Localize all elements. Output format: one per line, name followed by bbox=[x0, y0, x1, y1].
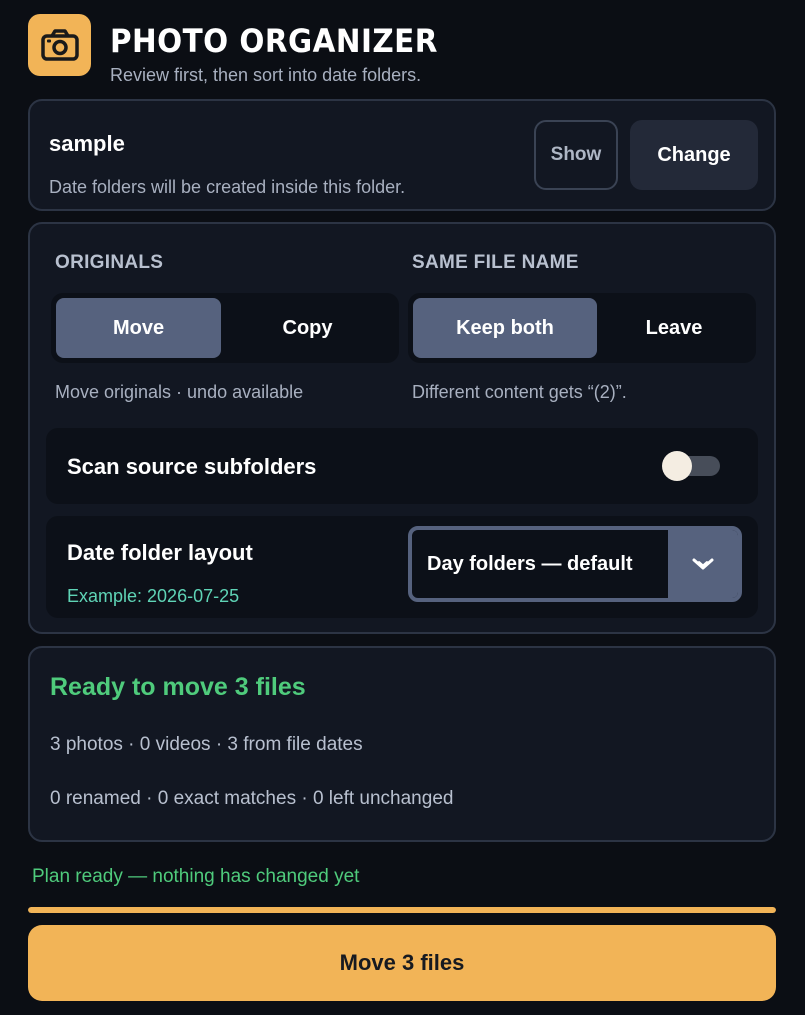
same-name-option-leave[interactable]: Leave bbox=[597, 298, 751, 358]
originals-label: ORIGINALS bbox=[55, 252, 164, 273]
app-header: PHOTO ORGANIZER Review first, then sort … bbox=[28, 14, 778, 88]
date-layout-label: Date folder layout bbox=[67, 540, 253, 565]
subfolders-row: Scan source subfolders bbox=[46, 428, 758, 504]
date-layout-row: Date folder layout Example: 2026-07-25 D… bbox=[46, 516, 758, 618]
folder-note: Date folders will be created inside this… bbox=[49, 177, 406, 197]
summary-title: Ready to move 3 files bbox=[50, 673, 306, 701]
toggle-knob bbox=[662, 451, 692, 481]
app-title: PHOTO ORGANIZER bbox=[110, 22, 438, 60]
date-layout-select-value: Day folders — default bbox=[427, 552, 633, 575]
options-card: ORIGINALS Move Copy Move originals · und… bbox=[28, 222, 776, 634]
originals-hint: Move originals · undo available bbox=[55, 382, 304, 402]
originals-segmented-control: Move Copy bbox=[51, 293, 399, 363]
folder-name: sample bbox=[49, 131, 125, 156]
summary-card: Ready to move 3 files 3 photos · 0 video… bbox=[28, 646, 776, 842]
status-text: Plan ready — nothing has changed yet bbox=[32, 866, 360, 887]
show-button[interactable]: Show bbox=[534, 120, 618, 190]
progress-fill bbox=[28, 907, 776, 913]
folder-card: sample Date folders will be created insi… bbox=[28, 99, 776, 211]
date-layout-example: Example: 2026-07-25 bbox=[67, 586, 240, 606]
summary-counts: 3 photos · 0 videos · 3 from file dates bbox=[50, 734, 363, 755]
subfolders-label: Scan source subfolders bbox=[67, 454, 317, 479]
move-files-button[interactable]: Move 3 files bbox=[28, 925, 776, 1001]
same-name-label: SAME FILE NAME bbox=[412, 252, 579, 273]
app-subtitle: Review first, then sort into date folder… bbox=[110, 65, 422, 85]
date-layout-select[interactable]: Day folders — default bbox=[408, 526, 742, 602]
same-name-hint: Different content gets “(2)”. bbox=[412, 382, 627, 402]
chevron-down-icon[interactable] bbox=[668, 530, 738, 598]
camera-icon bbox=[28, 14, 91, 76]
subfolders-toggle[interactable] bbox=[662, 451, 720, 481]
change-button[interactable]: Change bbox=[630, 120, 758, 190]
summary-changes: 0 renamed · 0 exact matches · 0 left unc… bbox=[50, 788, 454, 809]
originals-option-copy[interactable]: Copy bbox=[221, 298, 394, 358]
progress-bar bbox=[28, 907, 776, 913]
same-name-segmented-control: Keep both Leave bbox=[408, 293, 756, 363]
photo-organizer-window: PHOTO ORGANIZER Review first, then sort … bbox=[0, 0, 805, 1015]
same-name-option-keep-both[interactable]: Keep both bbox=[413, 298, 597, 358]
originals-option-move[interactable]: Move bbox=[56, 298, 221, 358]
